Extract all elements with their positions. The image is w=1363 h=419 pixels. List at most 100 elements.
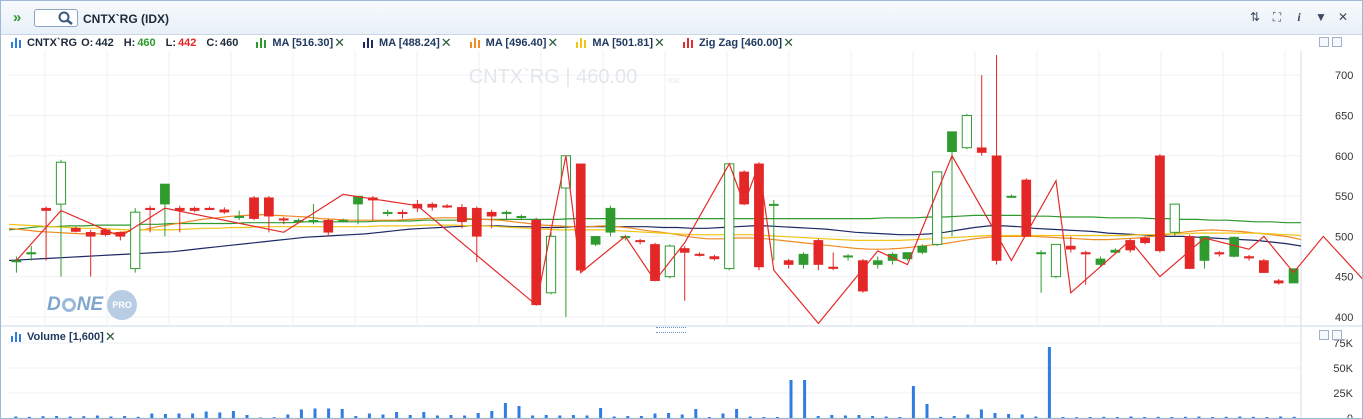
candle-body [1140,237,1150,244]
price-tick-label: 700 [1335,70,1353,82]
candle-body [234,215,245,218]
candle-body [1259,260,1269,273]
volume-bar [898,417,902,418]
volume-bar [231,411,235,418]
volume-bar [830,415,834,418]
candle-body [11,260,22,263]
sort-icon[interactable]: ⇅ [1248,10,1262,25]
volume-bar [1265,417,1269,418]
volume-bar [503,403,507,418]
volume-bar [639,416,643,418]
candle-body [26,252,37,255]
candle-body [754,163,764,268]
info-icon[interactable]: i [1292,10,1306,25]
candle-body [70,228,81,232]
volume-bar [1007,414,1011,418]
volume-bar [558,415,562,418]
volume-bar [952,416,956,418]
volume-bar [463,415,467,418]
volume-bar [775,417,779,418]
candle-body [961,114,972,149]
volume-bar [884,416,888,418]
volume-bar [585,415,589,418]
menu-dropdown-icon[interactable]: ▼ [1314,10,1328,25]
candle-body [41,207,51,211]
candle-body [947,131,957,152]
candle-body [1273,280,1284,284]
window-titlebar: » CNTX`RG (IDX) ⇅ ⛶ i ▼ ✕ [1,1,1362,35]
volume-bar [1279,416,1283,418]
volume-bar [721,413,725,418]
close-icon[interactable]: ✕ [1336,10,1350,25]
candle-body [724,163,735,270]
candle-body [917,245,928,253]
candle-body [427,203,438,208]
price-tick-label: 450 [1335,272,1353,284]
volume-bar [395,412,399,418]
volume-bar [843,415,847,418]
volume-bar [136,416,140,418]
volume-bar [150,413,154,418]
candle-body [1080,252,1091,255]
volume-bar [517,406,521,418]
volume-bar [544,415,548,418]
candle-body [457,207,467,223]
candle-body [768,203,779,206]
volume-bar [735,409,739,418]
pane-resize-handle[interactable] [656,327,686,333]
volume-bar [68,416,72,418]
volume-tick-label: 25K [1333,388,1353,400]
volume-bar [694,409,698,418]
candle-body [516,215,527,218]
volume-bar [123,416,127,418]
volume-bar [1129,416,1133,418]
volume-bar [313,408,317,418]
price-pane-minimize-icon[interactable] [1319,37,1329,47]
volume-bar [1292,416,1296,418]
volume-bar [272,417,276,418]
logo-mark-icon [61,298,76,312]
volume-bar [966,414,970,418]
volume-legend: Volume [1,600] ✕ [11,329,116,345]
chart-watermark-exchange: IDX [668,78,680,85]
candle-body [1169,203,1180,233]
done-pro-logo: D NE PRO [47,290,138,320]
volume-bar [422,412,426,418]
price-pane-maximize-icon[interactable] [1332,37,1342,47]
volume-bar [871,416,875,418]
candle-body [338,219,348,222]
window-title: CNTX`RG (IDX) [83,12,169,26]
candle-body [635,240,646,243]
volume-bar [762,417,766,418]
candle-body [531,219,542,306]
chart-window: » CNTX`RG (IDX) ⇅ ⛶ i ▼ ✕ CNTX`RG O: 442 … [0,0,1363,419]
candle-body [605,207,616,233]
volume-bar [1156,416,1160,418]
volume-bar [41,416,45,418]
price-tick-label: 550 [1335,191,1353,203]
candle-body [709,256,720,260]
candle-body [976,147,987,153]
symbol-search-input[interactable] [34,9,78,27]
volume-bar [748,416,752,418]
volume-bar [911,386,915,418]
remove-volume-icon[interactable]: ✕ [105,329,116,345]
maximize-icon[interactable]: ⛶ [1270,10,1284,25]
volume-pane-maximize-icon[interactable] [1332,330,1342,340]
volume-bar [993,413,997,418]
volume-pane-minimize-icon[interactable] [1319,330,1329,340]
volume-bar [1170,417,1174,418]
price-tick-label: 600 [1335,151,1353,163]
volume-bar [204,411,208,418]
candle-body [1214,252,1225,255]
expand-chevron-icon[interactable]: » [13,9,22,26]
search-icon[interactable] [58,11,74,25]
volume-bar [340,409,344,418]
candle-body [130,211,141,270]
volume-bar [218,412,222,418]
volume-bar [979,409,983,418]
candle-body [783,260,794,265]
volume-bar [408,415,412,418]
volume-bar [789,380,793,418]
price-volume-chart[interactable]: CNTX`RG | 460.00 IDX 400 450 500 550 600 650 7… [1,33,1362,418]
